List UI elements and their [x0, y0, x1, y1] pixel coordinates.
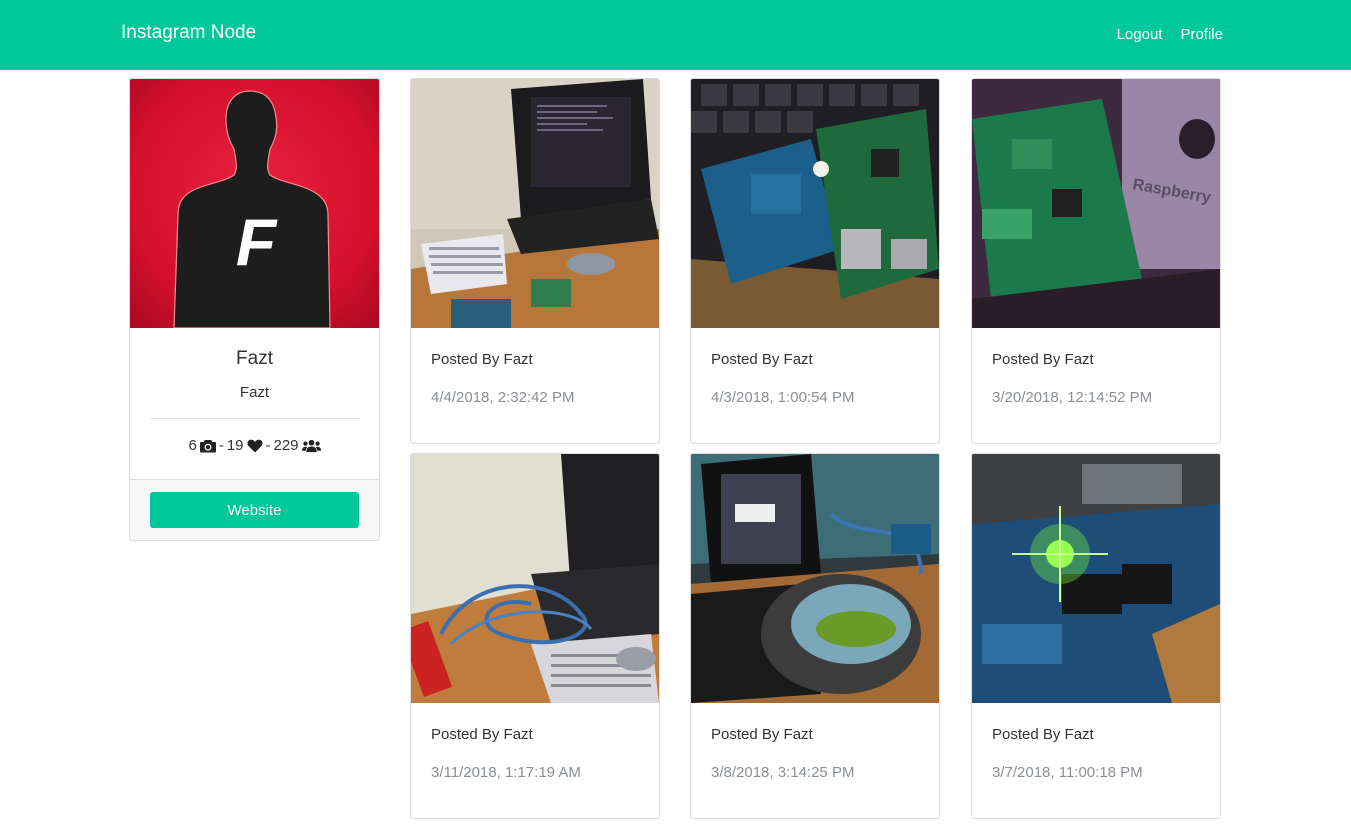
post-card[interactable]: Posted By Fazt 3/11/2018, 1:17:19 AM — [410, 453, 660, 819]
post-photo[interactable]: Raspberry — [972, 79, 1220, 328]
divider — [149, 418, 360, 419]
profile-stats: 6 - 19 - 229 — [130, 437, 379, 454]
post-date: 3/7/2018, 11:00:18 PM — [992, 764, 1143, 781]
post-date: 3/11/2018, 1:17:19 AM — [431, 764, 581, 781]
post-card[interactable]: Posted By Fazt 4/4/2018, 2:32:42 PM — [410, 78, 660, 444]
nav-links: Logout Profile — [1117, 26, 1223, 43]
post-photo[interactable] — [691, 79, 939, 328]
profile-card: F Fazt Fazt 6 - 19 - 229 Website — [129, 78, 380, 541]
post-photo[interactable] — [691, 454, 939, 703]
post-author: Posted By Fazt — [711, 351, 813, 368]
profile-username: Fazt — [239, 384, 270, 401]
post-card[interactable]: Posted By Fazt 4/3/2018, 1:00:54 PM — [690, 78, 940, 444]
post-photo[interactable] — [411, 454, 659, 703]
post-author: Posted By Fazt — [431, 351, 533, 368]
camera-icon — [199, 439, 216, 452]
post-photo[interactable] — [411, 79, 659, 328]
profile-footer: Website — [130, 479, 379, 540]
stat-separator: - — [218, 437, 224, 454]
photo-count: 6 — [188, 437, 197, 454]
logout-link[interactable]: Logout — [1117, 26, 1163, 43]
post-date: 3/20/2018, 12:14:52 PM — [992, 389, 1153, 406]
post-card[interactable]: Raspberry Posted By Fazt 3/20/2018, 12:1… — [971, 78, 1221, 444]
view-count: 229 — [273, 437, 299, 454]
brand-link[interactable]: Instagram Node — [121, 22, 256, 44]
navbar: Instagram Node Logout Profile — [0, 0, 1351, 70]
users-icon — [301, 439, 321, 452]
profile-avatar: F — [130, 79, 379, 328]
profile-body: Fazt Fazt 6 - 19 - 229 — [130, 328, 379, 480]
post-date: 3/8/2018, 3:14:25 PM — [711, 764, 855, 781]
like-count: 19 — [226, 437, 244, 454]
post-author: Posted By Fazt — [711, 726, 813, 743]
website-button[interactable]: Website — [150, 492, 359, 528]
post-author: Posted By Fazt — [992, 351, 1094, 368]
post-date: 4/4/2018, 2:32:42 PM — [431, 389, 575, 406]
profile-link[interactable]: Profile — [1180, 26, 1223, 43]
avatar-letter: F — [236, 205, 278, 279]
heart-icon — [246, 439, 263, 452]
post-author: Posted By Fazt — [992, 726, 1094, 743]
post-date: 4/3/2018, 1:00:54 PM — [711, 389, 855, 406]
post-card[interactable]: Posted By Fazt 3/8/2018, 3:14:25 PM — [690, 453, 940, 819]
post-card[interactable]: Posted By Fazt 3/7/2018, 11:00:18 PM — [971, 453, 1221, 819]
stat-separator: - — [265, 437, 271, 454]
post-author: Posted By Fazt — [431, 726, 533, 743]
post-photo[interactable] — [972, 454, 1220, 703]
profile-name: Fazt — [236, 348, 273, 369]
